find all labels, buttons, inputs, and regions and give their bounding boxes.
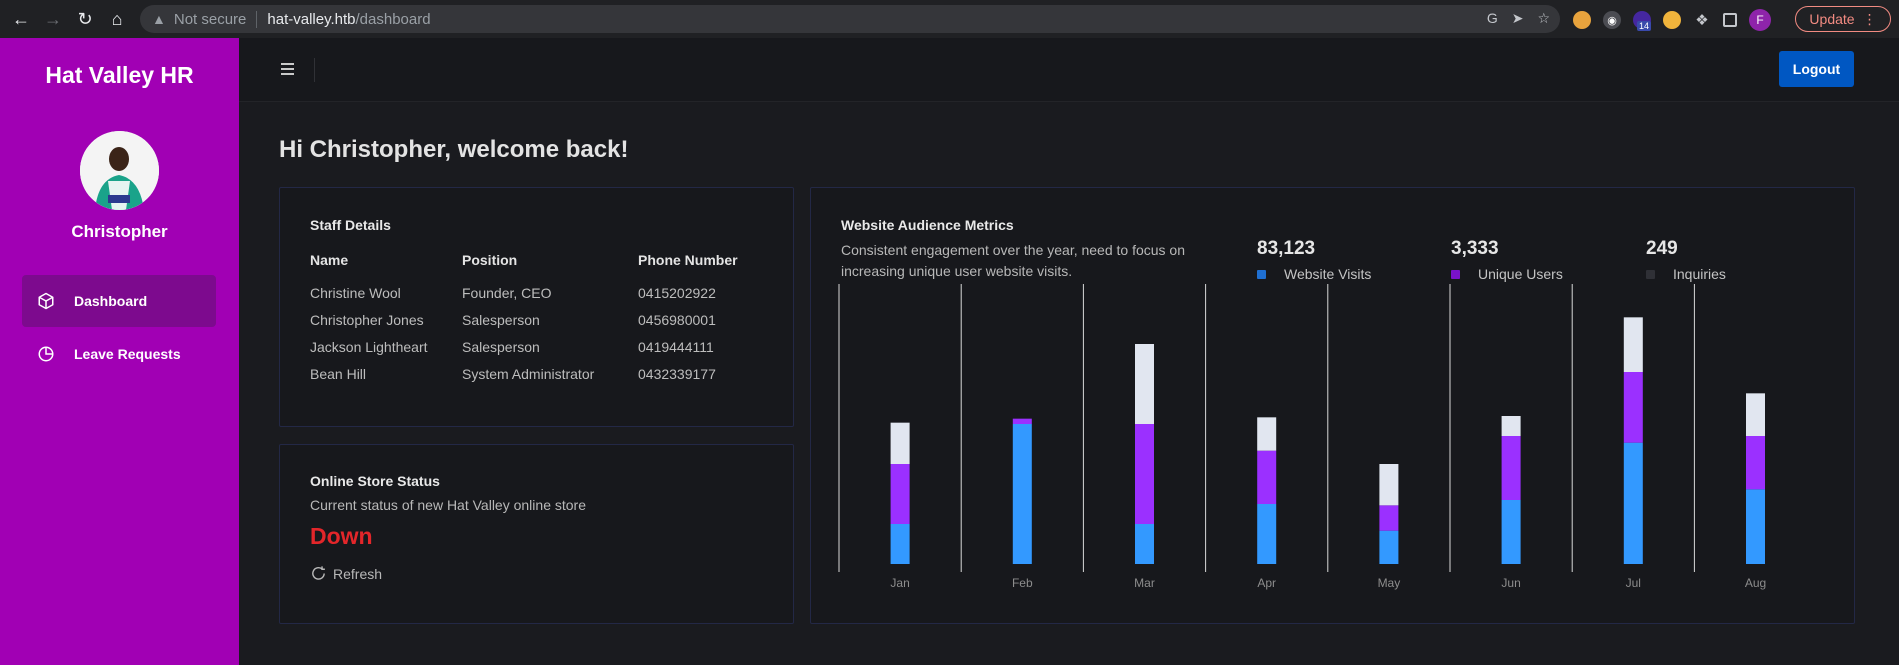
extension-icon[interactable]: 14: [1633, 11, 1652, 31]
bar-segment-apr-1[interactable]: [1257, 450, 1277, 504]
online-store-card: Online Store Status Current status of ne…: [279, 444, 794, 624]
bar-segment-jun-1[interactable]: [1501, 436, 1521, 500]
cell-name: Jackson Lightheart: [310, 339, 428, 355]
card-title: Staff Details: [310, 217, 391, 233]
bar-segment-aug-2[interactable]: [1746, 393, 1765, 436]
x-tick-label: Jun: [1501, 576, 1520, 590]
user-name: Christopher: [71, 222, 168, 241]
bar-segment-aug-0[interactable]: [1746, 489, 1765, 564]
google-icon[interactable]: G: [1487, 10, 1498, 27]
pie-chart-icon: [36, 344, 56, 364]
audience-metrics-card: Website Audience Metrics Consistent enga…: [810, 187, 1855, 624]
bar-segment-mar-1[interactable]: [1135, 424, 1154, 524]
update-label: Update: [1809, 11, 1855, 27]
cell-position: Salesperson: [462, 312, 540, 328]
url-host: hat-valley.htb: [267, 10, 356, 28]
sidepanel-icon[interactable]: [1723, 13, 1737, 27]
cell-position: Founder, CEO: [462, 285, 552, 301]
browser-toolbar: ← → ↻ ⌂ ▲ Not secure hat-valley.htb /das…: [0, 0, 1899, 38]
bar-segment-jul-0[interactable]: [1623, 442, 1643, 564]
bar-segment-jun-2[interactable]: [1501, 416, 1521, 436]
bar-segment-jan-1[interactable]: [890, 464, 910, 524]
share-icon[interactable]: ➤: [1512, 10, 1524, 27]
refresh-button[interactable]: Refresh: [310, 565, 382, 582]
bar-segment-jul-2[interactable]: [1623, 317, 1643, 372]
x-tick-label: Jan: [890, 576, 909, 590]
top-navbar: Logout: [239, 38, 1899, 102]
audience-bar-chart: Jan Feb Mar Apr May Jun Jul Aug: [838, 284, 1766, 590]
bar-segment-may-2[interactable]: [1379, 464, 1399, 506]
warning-icon: ▲: [152, 11, 166, 27]
staff-details-card: Staff Details Name Position Phone Number…: [279, 187, 794, 427]
star-icon[interactable]: ☆: [1537, 10, 1550, 27]
cell-name: Bean Hill: [310, 366, 367, 382]
sidebar-item-label: Leave Requests: [74, 346, 181, 362]
bar-segment-mar-2[interactable]: [1135, 344, 1154, 424]
menu-icon[interactable]: [281, 60, 299, 80]
home-icon[interactable]: ⌂: [106, 8, 128, 30]
cell-phone: 0456980001: [638, 312, 716, 328]
bar-segment-jun-0[interactable]: [1501, 500, 1521, 564]
reload-icon[interactable]: ↻: [74, 8, 96, 30]
avatar: [80, 131, 159, 210]
bar-segment-may-1[interactable]: [1379, 505, 1399, 531]
security-label: Not secure: [174, 10, 258, 28]
refresh-icon: [312, 566, 325, 580]
refresh-label: Refresh: [333, 565, 383, 582]
bar-segment-apr-2[interactable]: [1257, 417, 1277, 451]
cell-phone: 0415202922: [638, 285, 716, 301]
bar-segment-apr-0[interactable]: [1257, 504, 1277, 564]
bar-segment-aug-1[interactable]: [1746, 436, 1765, 490]
sidebar-item-label: Dashboard: [74, 293, 148, 309]
forward-icon[interactable]: →: [42, 8, 64, 30]
x-tick-label: Apr: [1257, 576, 1276, 590]
logout-button[interactable]: Logout: [1779, 51, 1854, 87]
x-tick-label: Jul: [1626, 576, 1641, 590]
bar-segment-feb-0[interactable]: [1012, 424, 1032, 564]
sidebar-item-leave-requests[interactable]: Leave Requests: [22, 328, 216, 380]
extension-icon[interactable]: ◉: [1603, 11, 1621, 29]
store-subtitle: Current status of new Hat Valley online …: [310, 497, 586, 513]
cell-position: Salesperson: [462, 339, 540, 355]
cell-name: Christine Wool: [310, 285, 401, 301]
extension-icon[interactable]: [1663, 11, 1681, 29]
address-bar[interactable]: ▲ Not secure hat-valley.htb /dashboard G…: [140, 5, 1560, 33]
extension-icon[interactable]: [1573, 11, 1591, 29]
cell-position: System Administrator: [462, 366, 595, 382]
bar-segment-feb-1[interactable]: [1012, 418, 1032, 424]
x-tick-label: Mar: [1134, 576, 1155, 590]
column-header: Name: [310, 252, 349, 268]
puzzle-icon[interactable]: ❖: [1693, 11, 1711, 29]
card-title: Online Store Status: [310, 473, 440, 489]
x-tick-label: Feb: [1012, 576, 1033, 590]
back-icon[interactable]: ←: [10, 8, 32, 30]
bar-segment-may-0[interactable]: [1379, 530, 1399, 564]
x-tick-label: Aug: [1745, 576, 1766, 590]
update-button[interactable]: Update ⋮: [1795, 6, 1891, 32]
url-path: /dashboard: [355, 10, 431, 28]
bar-segment-jul-1[interactable]: [1623, 372, 1643, 443]
cell-phone: 0432339177: [638, 366, 716, 382]
sidebar: Hat Valley HR Christopher Dashboard Leav…: [0, 38, 239, 665]
profile-avatar[interactable]: F: [1749, 9, 1771, 31]
divider: [314, 58, 315, 82]
bar-segment-jan-0[interactable]: [890, 524, 910, 564]
column-header: Position: [462, 252, 518, 268]
cube-icon: [36, 291, 56, 311]
column-header: Phone Number: [638, 252, 738, 268]
brand-title: Hat Valley HR: [45, 62, 194, 88]
kebab-icon: ⋮: [1862, 10, 1877, 27]
sidebar-item-dashboard[interactable]: Dashboard: [22, 275, 216, 327]
status-badge: Down: [310, 523, 373, 549]
x-tick-label: May: [1378, 576, 1401, 590]
extension-badge: 14: [1637, 21, 1652, 31]
bar-segment-mar-0[interactable]: [1135, 524, 1154, 564]
cell-phone: 0419444111: [638, 339, 714, 355]
page-title: Hi Christopher, welcome back!: [279, 136, 629, 163]
bar-segment-jan-2[interactable]: [890, 422, 910, 464]
cell-name: Christopher Jones: [310, 312, 424, 328]
